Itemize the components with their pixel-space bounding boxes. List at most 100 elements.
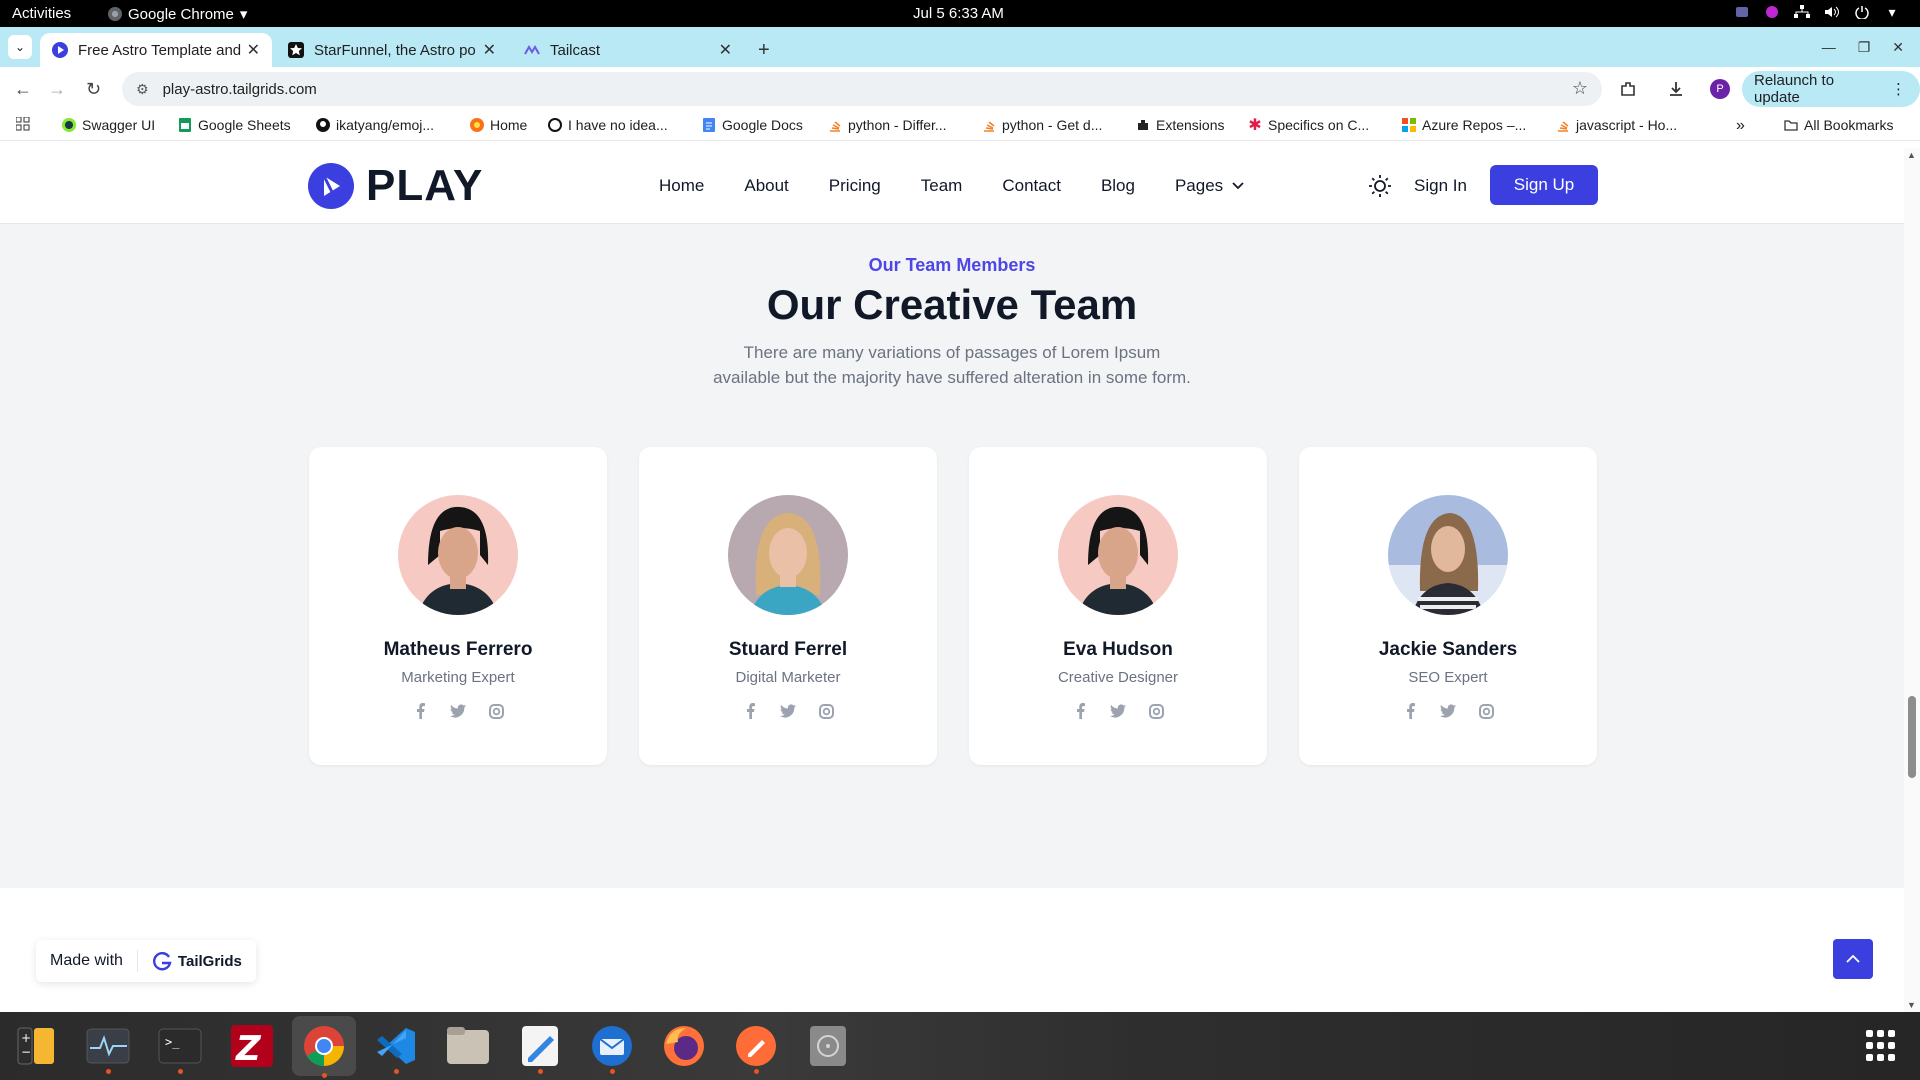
- site-logo[interactable]: PLAY: [308, 161, 483, 211]
- new-tab-button[interactable]: +: [758, 39, 770, 62]
- scrollbar-thumb[interactable]: [1908, 696, 1916, 778]
- nav-team[interactable]: Team: [921, 176, 963, 196]
- minimize-icon[interactable]: —: [1822, 39, 1836, 56]
- bookmark-item[interactable]: python - Get d...: [982, 117, 1102, 133]
- bookmark-item[interactable]: ✱ Specifics on C...: [1248, 117, 1369, 134]
- clock[interactable]: Jul 5 6:33 AM: [913, 5, 1004, 22]
- twitter-icon[interactable]: [780, 703, 796, 719]
- facebook-icon[interactable]: [1402, 703, 1418, 719]
- bookmark-item[interactable]: Google Sheets: [178, 117, 291, 133]
- bookmark-label: python - Differ...: [848, 117, 947, 133]
- social-links: [639, 703, 937, 719]
- bookmark-item[interactable]: Swagger UI: [62, 117, 155, 133]
- tab-title: StarFunnel, the Astro po: [314, 41, 476, 59]
- app-indicator-icon[interactable]: [1764, 4, 1780, 20]
- firefox-icon[interactable]: [658, 1020, 710, 1072]
- instagram-icon[interactable]: [488, 703, 504, 719]
- tailgrids-link[interactable]: TailGrids: [152, 951, 242, 971]
- text-editor-icon[interactable]: [514, 1020, 566, 1074]
- disk-icon[interactable]: [802, 1020, 854, 1072]
- nav-pages-dropdown[interactable]: Pages: [1175, 176, 1245, 196]
- bookmark-item[interactable]: python - Differ...: [828, 117, 947, 133]
- apps-grid-icon[interactable]: [16, 117, 30, 131]
- files-icon[interactable]: [442, 1020, 494, 1072]
- tab-tailcast[interactable]: Tailcast ✕: [512, 33, 744, 67]
- close-tab-icon[interactable]: ✕: [719, 40, 732, 60]
- more-vert-icon[interactable]: ⋮: [1891, 80, 1906, 98]
- tab-search-button[interactable]: ⌄: [8, 35, 32, 59]
- download-icon[interactable]: [1662, 75, 1690, 103]
- bookmark-item[interactable]: Extensions: [1136, 117, 1224, 133]
- scroll-down-arrow-icon[interactable]: ▼: [1907, 1000, 1916, 1010]
- close-tab-icon[interactable]: ✕: [247, 40, 260, 60]
- maximize-icon[interactable]: ❐: [1858, 39, 1871, 56]
- app-menu[interactable]: Google Chrome ▾: [108, 5, 247, 23]
- bookmark-label: I have no idea...: [568, 117, 668, 133]
- show-apps-grid-icon[interactable]: [1866, 1030, 1898, 1062]
- network-icon[interactable]: [1794, 4, 1810, 20]
- avatar: [1058, 495, 1178, 615]
- postman-icon[interactable]: [730, 1020, 782, 1074]
- instagram-icon[interactable]: [1148, 703, 1164, 719]
- facebook-icon[interactable]: [742, 703, 758, 719]
- vscode-icon[interactable]: [370, 1020, 422, 1074]
- nav-pricing[interactable]: Pricing: [829, 176, 881, 196]
- nav-about[interactable]: About: [744, 176, 788, 196]
- extensions-icon[interactable]: [1614, 75, 1642, 103]
- nav-blog[interactable]: Blog: [1101, 176, 1135, 196]
- bookmark-item[interactable]: Home: [470, 117, 527, 133]
- facebook-icon[interactable]: [1072, 703, 1088, 719]
- bookmark-star-icon[interactable]: ☆: [1572, 78, 1588, 99]
- chrome-icon[interactable]: [292, 1016, 356, 1078]
- taskbar-dock: + − >_ Z: [0, 1012, 1920, 1080]
- azure-icon: [1402, 118, 1416, 132]
- twitter-icon[interactable]: [1110, 703, 1126, 719]
- scroll-up-arrow-icon[interactable]: ▲: [1907, 150, 1916, 160]
- more-bookmarks-icon[interactable]: »: [1736, 117, 1745, 135]
- chevron-down-icon[interactable]: ▾: [1884, 4, 1900, 20]
- page-scrollbar[interactable]: ▲ ▼: [1904, 148, 1920, 1012]
- team-member-card: Stuard Ferrel Digital Marketer: [639, 447, 937, 765]
- instagram-icon[interactable]: [818, 703, 834, 719]
- sun-icon[interactable]: [1367, 173, 1393, 199]
- terminal-icon[interactable]: >_: [154, 1020, 206, 1074]
- filezilla-icon[interactable]: Z: [226, 1020, 278, 1072]
- nav-home[interactable]: Home: [659, 176, 704, 196]
- teams-icon[interactable]: [1734, 4, 1750, 20]
- address-bar[interactable]: ⚙ play-astro.tailgrids.com ☆: [122, 72, 1602, 106]
- app-menu-label: Google Chrome: [128, 5, 234, 23]
- twitter-icon[interactable]: [1440, 703, 1456, 719]
- back-to-top-button[interactable]: [1833, 939, 1873, 979]
- site-info-icon[interactable]: ⚙: [136, 81, 149, 98]
- relaunch-button[interactable]: Relaunch to update ⋮: [1742, 71, 1920, 107]
- bookmark-item[interactable]: ikatyang/emoj...: [316, 117, 434, 133]
- bookmark-item[interactable]: Azure Repos –...: [1402, 117, 1526, 133]
- bookmark-item[interactable]: I have no idea...: [548, 117, 668, 133]
- profile-avatar[interactable]: P: [1710, 79, 1730, 99]
- twitter-icon[interactable]: [450, 703, 466, 719]
- sign-up-button[interactable]: Sign Up: [1490, 165, 1598, 205]
- volume-icon[interactable]: [1824, 4, 1840, 20]
- tab-starfunnel[interactable]: StarFunnel, the Astro po ✕: [276, 33, 508, 67]
- nav-contact[interactable]: Contact: [1002, 176, 1061, 196]
- play-favicon-icon: [52, 42, 68, 58]
- activities-button[interactable]: Activities: [12, 5, 71, 22]
- back-arrow-icon[interactable]: ←: [14, 79, 32, 100]
- close-window-icon[interactable]: ✕: [1892, 39, 1904, 56]
- instagram-icon[interactable]: [1478, 703, 1494, 719]
- bookmark-item[interactable]: javascript - Ho...: [1556, 117, 1677, 133]
- forward-arrow-icon[interactable]: →: [48, 79, 66, 100]
- made-with-badge[interactable]: Made with TailGrids: [36, 940, 256, 982]
- thunderbird-icon[interactable]: [586, 1020, 638, 1074]
- close-tab-icon[interactable]: ✕: [483, 40, 496, 60]
- tab-title: Free Astro Template and: [78, 41, 242, 59]
- tab-astro-template[interactable]: Free Astro Template and ✕: [40, 33, 272, 67]
- all-bookmarks-button[interactable]: All Bookmarks: [1784, 117, 1893, 133]
- reload-icon[interactable]: ↻: [86, 79, 101, 100]
- system-monitor-icon[interactable]: [82, 1020, 134, 1074]
- power-icon[interactable]: [1854, 4, 1870, 20]
- notes-icon[interactable]: + −: [10, 1020, 62, 1072]
- bookmark-item[interactable]: Google Docs: [702, 117, 803, 133]
- facebook-icon[interactable]: [412, 703, 428, 719]
- sign-in-link[interactable]: Sign In: [1414, 176, 1467, 196]
